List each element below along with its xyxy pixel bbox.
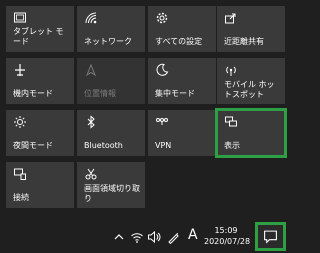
tile-label: モバイル ホットスポット [224, 80, 275, 99]
tile-label: 位置情報 [84, 89, 116, 98]
volume-icon[interactable] [147, 230, 161, 244]
vpn-icon [156, 118, 168, 125]
tile-bluetooth[interactable]: Bluetooth [77, 110, 145, 156]
tile-focus-assist[interactable]: 集中モード [148, 58, 216, 104]
connect-icon [14, 168, 26, 180]
airplane-icon [15, 64, 25, 76]
project-icon [225, 116, 237, 127]
location-icon [85, 63, 97, 77]
tile-label: 夜間モード [13, 141, 53, 150]
chevron-up-icon[interactable] [112, 230, 126, 244]
tablet-icon [14, 12, 26, 23]
tile-label: 表示 [224, 141, 240, 150]
brightness-icon [14, 116, 26, 128]
notification-icon [264, 230, 277, 244]
tile-project[interactable]: 表示 [215, 108, 287, 158]
tile-label: 接続 [13, 193, 29, 202]
taskbar: A 15:09 2020/07/28 [0, 222, 291, 253]
tile-screen-snip[interactable]: 画面領域切り取り [77, 162, 145, 208]
screen-snip-icon [85, 168, 97, 180]
tile-network[interactable]: ネットワーク [77, 6, 145, 52]
tile-label: すべての設定 [155, 37, 203, 46]
wifi-icon[interactable] [130, 230, 144, 244]
network-icon [85, 12, 97, 24]
tile-nearby-share[interactable]: 近距離共有 [217, 6, 285, 52]
tile-vpn[interactable]: VPN [148, 110, 216, 156]
hotspot-icon [226, 66, 236, 76]
nearby-share-icon [225, 13, 236, 24]
tile-label: VPN [155, 141, 172, 150]
tile-all-settings[interactable]: すべての設定 [148, 6, 216, 52]
tile-mobile-hotspot[interactable]: モバイル ホットスポット [217, 58, 285, 104]
clock-time: 15:09 [214, 226, 238, 235]
moon-icon [156, 63, 169, 76]
tile-label: 近距離共有 [224, 37, 264, 46]
tile-label: 画面領域切り取り [84, 184, 140, 203]
tile-night-light[interactable]: 夜間モード [6, 110, 74, 156]
tile-label: ネットワーク [84, 37, 132, 46]
bluetooth-icon [87, 115, 95, 129]
tile-tablet-mode[interactable]: タブレット モード [6, 6, 74, 52]
tile-label: 機内モード [13, 89, 53, 98]
action-center-button[interactable] [255, 222, 286, 251]
clock-date: 2020/07/28 [204, 237, 251, 246]
tile-location[interactable]: 位置情報 [77, 58, 145, 104]
tile-label: Bluetooth [84, 141, 123, 150]
tile-label: タブレット モード [13, 27, 64, 46]
tile-connect[interactable]: 接続 [6, 162, 74, 208]
tile-airplane-mode[interactable]: 機内モード [6, 58, 74, 104]
tile-label: 集中モード [155, 89, 195, 98]
gear-icon [156, 12, 168, 24]
action-center-panel: タブレット モード ネットワーク すべての設定 近距離共有 機内モード 位置情報… [0, 0, 291, 222]
pen-icon[interactable] [166, 230, 180, 244]
clock[interactable]: 15:09 2020/07/28 [204, 225, 251, 247]
ime-indicator[interactable]: A [188, 227, 198, 243]
